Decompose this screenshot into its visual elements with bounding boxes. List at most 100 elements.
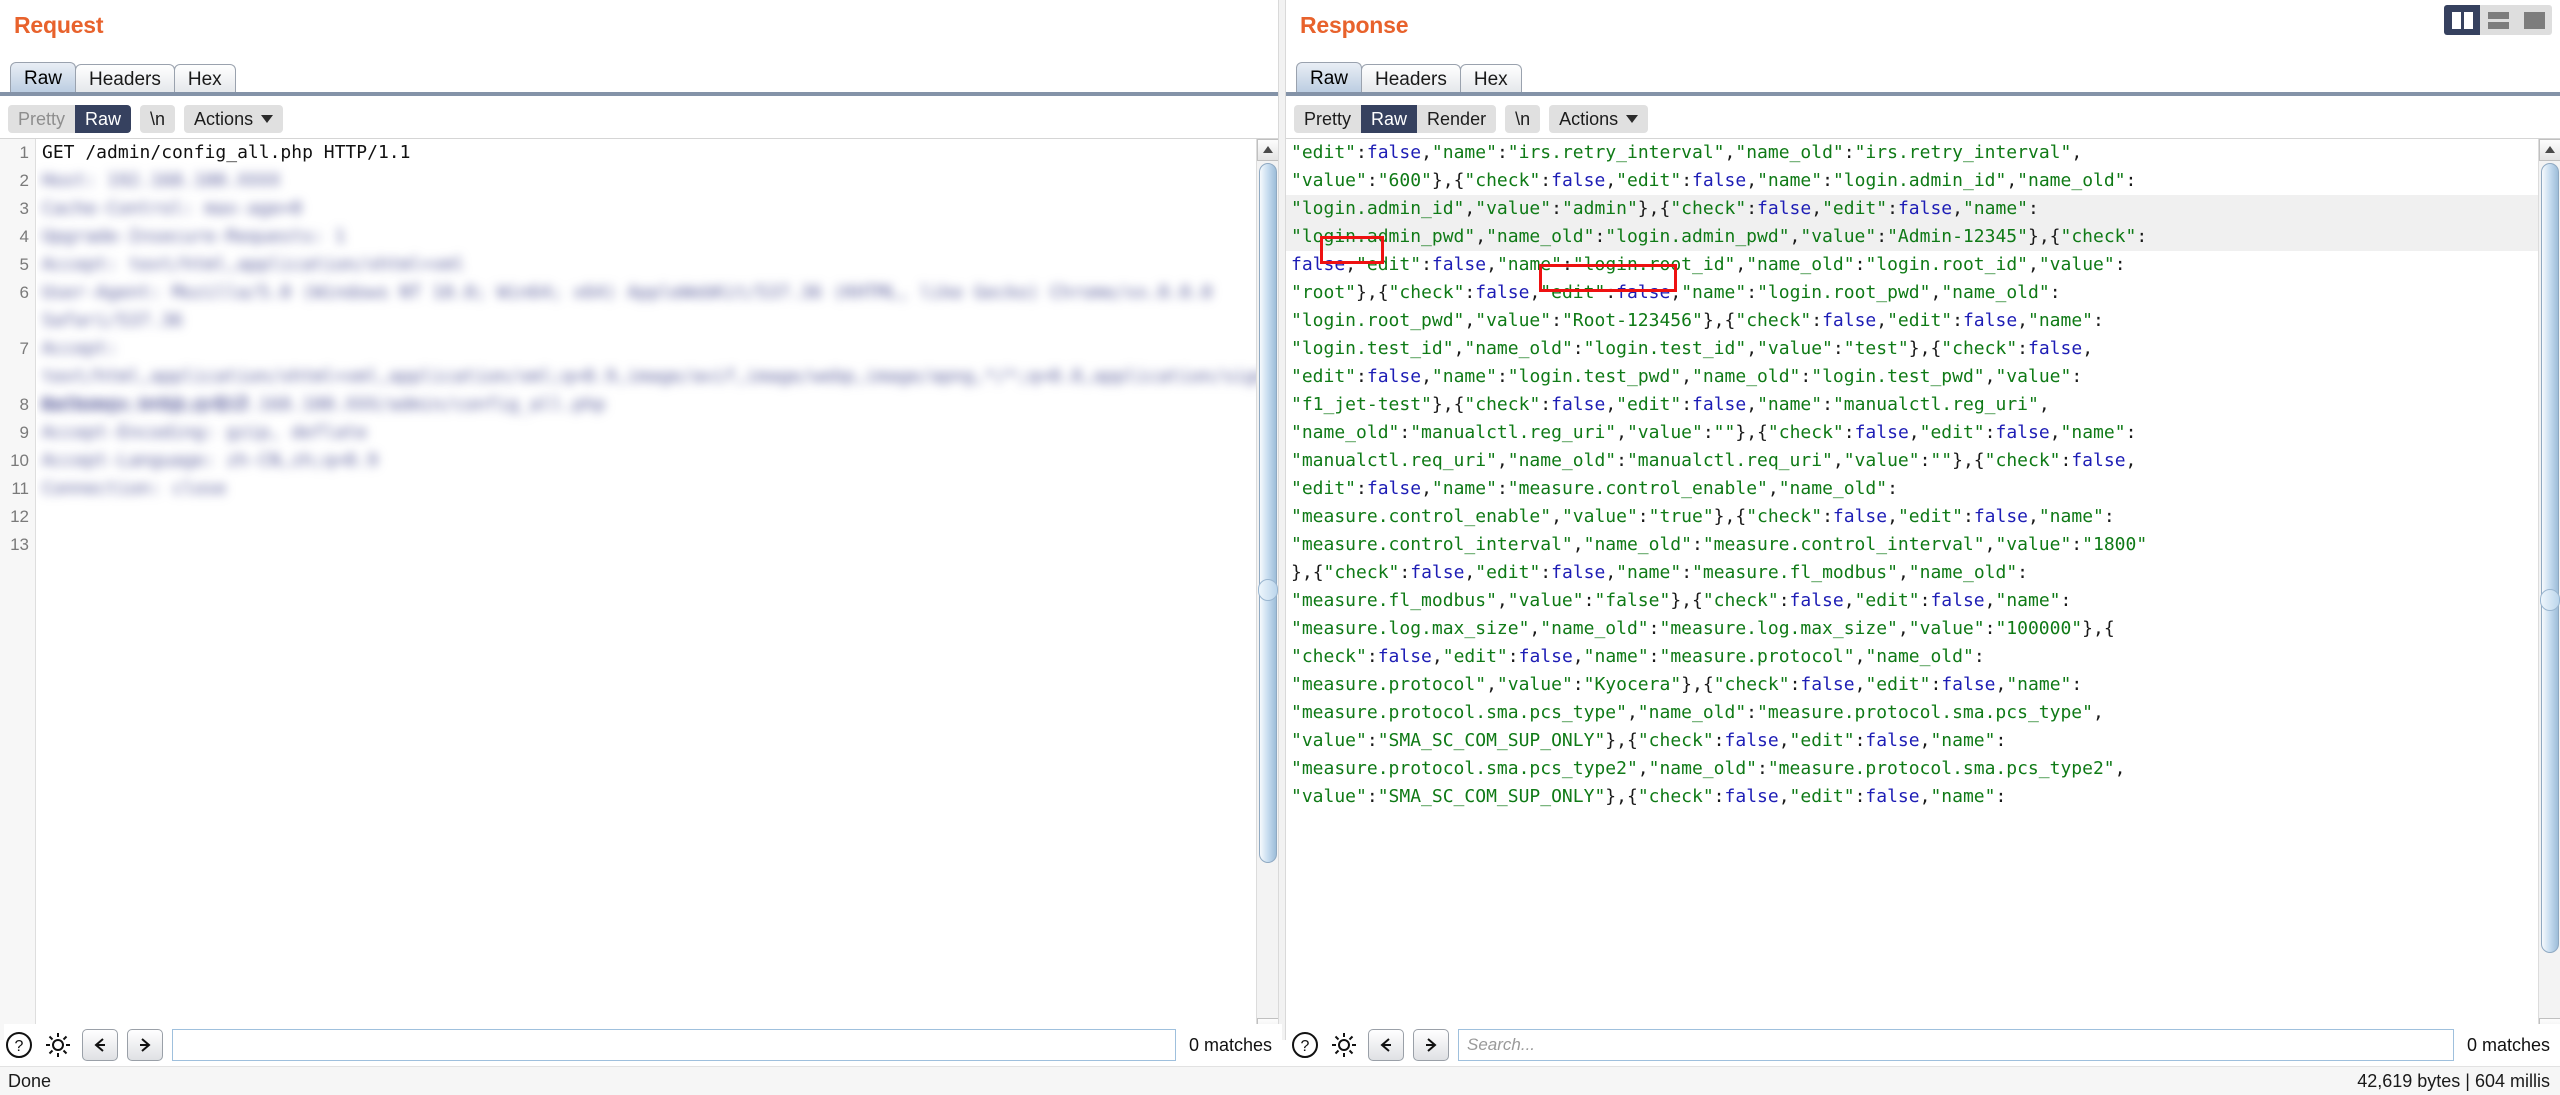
request-code-line: Accept-Encoding: gzip, deflate [42,422,368,443]
request-raw-button[interactable]: Raw [75,105,132,133]
request-line-number: 1 [19,143,29,162]
response-code-line: "login.admin_id","value":"admin"},{"chec… [1286,195,2538,223]
response-newline-label: \n [1515,108,1531,129]
response-code-line: "measure.protocol.sma.pcs_type","name_ol… [1291,702,2104,723]
request-line-number: 4 [19,227,29,246]
request-scroll-position-marker[interactable] [1258,579,1278,601]
response-title: Response [1300,12,1409,38]
response-tabstrip-rule [1286,92,2560,96]
response-actions-button[interactable]: Actions [1549,105,1649,133]
request-tabstrip[interactable]: Raw Headers Hex [10,62,236,94]
request-find-bar: ? 0 matches [4,1024,1282,1066]
request-tab-headers[interactable]: Headers [75,64,175,94]
response-newline-button[interactable]: \n [1505,105,1541,133]
response-search-input[interactable] [1458,1029,2454,1061]
svg-text:?: ? [1301,1038,1310,1055]
request-newline-button[interactable]: \n [140,105,176,133]
response-code-line: "login.test_id","name_old":"login.test_i… [1291,338,2094,359]
request-tab-hex[interactable]: Hex [173,64,236,94]
request-pretty-button[interactable]: Pretty [8,105,76,133]
response-tab-headers[interactable]: Headers [1361,64,1461,94]
request-code-lines[interactable]: GET /admin/config_all.php HTTP/1.1 Host: … [37,139,1256,1040]
request-code-line: Accept-Language: zh-CN,zh;q=0.9 [42,450,378,471]
request-find-prev-button[interactable] [82,1029,118,1061]
request-code-line: GET /admin/config_all.php HTTP/1.1 [42,142,411,163]
request-search-input[interactable] [172,1029,1176,1061]
request-tab-raw[interactable]: Raw [10,62,77,94]
status-bar: Done 42,619 bytes | 604 millis [0,1066,2560,1095]
response-actions-label: Actions [1559,108,1619,129]
response-code-line: "edit":false,"name":"measure.control_ena… [1291,478,1898,499]
request-tabstrip-rule [0,92,1278,96]
response-code-line: "f1_jet-test"},{"check":false,"edit":fal… [1291,394,2050,415]
request-line-number: 11 [11,479,29,498]
request-title: Request [14,12,104,38]
response-code-line: "manualctl.req_uri","name_old":"manualct… [1291,450,2137,471]
response-settings-gear-icon[interactable] [1329,1030,1359,1060]
response-tabstrip[interactable]: Raw Headers Hex [1296,62,1522,94]
request-code-line [37,503,1256,531]
response-code-line: false,"edit":false,"name":"login.root_id… [1291,254,2126,275]
request-line-number: 8 [19,395,29,414]
response-panel: Response Raw Headers Hex Pretty Raw Rend… [1286,0,2560,1040]
request-newline-label: \n [150,108,166,129]
request-match-count: 0 matches [1188,1034,1272,1055]
burp-repeater-window: Request Raw Headers Hex Pretty Raw \n Ac… [0,0,2560,1095]
response-help-icon[interactable]: ? [1290,1030,1320,1060]
request-panel: Request Raw Headers Hex Pretty Raw \n Ac… [0,0,1278,1040]
request-find-next-button[interactable] [127,1029,163,1061]
request-code-line: User-Agent: Mozilla/5.0 (Windows NT 10.0… [42,282,1213,331]
request-editor-toolbar: Pretty Raw \n Actions [8,102,284,136]
response-scroll-thumb[interactable] [2541,163,2559,953]
request-vertical-scrollbar[interactable] [1256,139,1278,1040]
response-code-line: "value":"600"},{"check":false,"edit":fal… [1291,170,2137,191]
request-line-number: 13 [10,535,29,554]
chevron-down-icon [261,115,274,123]
response-match-count: 0 matches [2466,1034,2550,1055]
request-view-mode-group[interactable]: Pretty Raw [8,105,132,133]
response-code-line: "value":"SMA_SC_COM_SUP_ONLY"},{"check":… [1291,730,2007,751]
request-code-line: Accept: text/html,application/xhtml+xml [42,254,465,275]
response-code-line: "measure.fl_modbus","value":"false"},{"c… [1291,590,2072,611]
request-line-gutter: 1 2 3 4 5 6 7 8 9 10 11 12 13 [0,139,36,1040]
response-find-bar: ? 0 matches [1290,1024,2560,1066]
request-help-icon[interactable]: ? [4,1030,34,1060]
response-code-lines[interactable]: "edit":false,"name":"irs.retry_interval"… [1286,139,2538,1040]
response-scroll-up-icon[interactable] [2539,139,2560,161]
request-line-number: 10 [10,451,29,470]
response-find-next-button[interactable] [1413,1029,1449,1061]
request-line-number: 7 [19,339,29,358]
response-code-line: "check":false,"edit":false,"name":"measu… [1291,646,1985,667]
chevron-down-icon [1626,115,1639,123]
response-code-area[interactable]: "edit":false,"name":"irs.retry_interval"… [1286,138,2560,1040]
response-tab-raw[interactable]: Raw [1296,62,1363,94]
request-code-area[interactable]: 1 2 3 4 5 6 7 8 9 10 11 12 13 GET /admin/config_all.… [0,138,1278,1040]
response-code-line: "edit":false,"name":"irs.retry_interval"… [1291,142,2083,163]
request-settings-gear-icon[interactable] [43,1030,73,1060]
request-scroll-thumb[interactable] [1259,163,1277,863]
response-vertical-scrollbar[interactable] [2538,139,2560,1040]
response-raw-button[interactable]: Raw [1361,105,1418,133]
request-code-line [37,531,1256,559]
response-code-line: "measure.log.max_size","name_old":"measu… [1291,618,2115,639]
response-find-prev-button[interactable] [1368,1029,1404,1061]
response-scroll-position-marker[interactable] [2540,589,2560,611]
response-render-button[interactable]: Render [1417,105,1497,133]
response-pretty-button[interactable]: Pretty [1294,105,1362,133]
request-code-line: Connection: close [42,478,227,499]
response-code-line: "login.admin_pwd","name_old":"login.admi… [1286,223,2538,251]
response-code-line: "value":"SMA_SC_COM_SUP_ONLY"},{"check":… [1291,786,2007,807]
response-code-line: "name_old":"manualctl.reg_uri","value":"… [1291,422,2137,443]
response-view-mode-group[interactable]: Pretty Raw Render [1294,105,1497,133]
request-scroll-up-icon[interactable] [1257,139,1278,161]
request-actions-button[interactable]: Actions [184,105,284,133]
request-actions-label: Actions [194,108,254,129]
request-line-number: 5 [19,255,29,274]
response-code-line: "measure.control_interval","name_old":"m… [1291,534,2148,555]
response-code-line: "login.root_pwd","value":"Root-123456"},… [1291,310,2104,331]
panel-splitter[interactable] [1278,0,1286,1040]
response-tab-hex[interactable]: Hex [1459,64,1522,94]
request-code-line: Upgrade-Insecure-Requests: 1 [42,226,346,247]
request-code-line: Accept: text/html,application/xhtml+xml,… [42,338,1256,415]
request-line-number: 9 [19,423,29,442]
